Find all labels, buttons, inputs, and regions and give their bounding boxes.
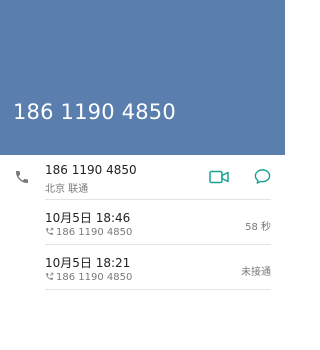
call-log-item[interactable]: 10月5日 18:46 186 1190 4850 58 秒 xyxy=(0,200,285,244)
call-number-line: 186 1190 4850 xyxy=(45,272,132,283)
call-number: 186 1190 4850 xyxy=(56,272,133,283)
video-call-icon[interactable] xyxy=(209,170,229,184)
call-time: 10月5日 18:21 xyxy=(45,256,131,270)
outgoing-call-icon xyxy=(46,272,54,280)
header-phone-number: 186 1190 4850 xyxy=(13,100,176,124)
outgoing-call-icon xyxy=(46,227,54,235)
contact-location: 北京 联通 xyxy=(45,184,89,195)
call-number: 186 1190 4850 xyxy=(56,227,133,238)
call-number-line: 186 1190 4850 xyxy=(45,227,132,238)
contact-phone-number: 186 1190 4850 xyxy=(45,163,137,177)
message-icon[interactable] xyxy=(254,168,271,185)
call-duration: 58 秒 xyxy=(245,222,271,233)
call-time: 10月5日 18:46 xyxy=(45,211,131,225)
divider xyxy=(45,289,271,290)
contact-row[interactable]: 186 1190 4850 北京 联通 xyxy=(0,155,285,200)
contact-header: 186 1190 4850 xyxy=(0,0,285,155)
call-log-item[interactable]: 10月5日 18:21 186 1190 4850 未接通 xyxy=(0,245,285,289)
phone-icon[interactable] xyxy=(14,169,30,185)
call-status: 未接通 xyxy=(241,267,271,278)
